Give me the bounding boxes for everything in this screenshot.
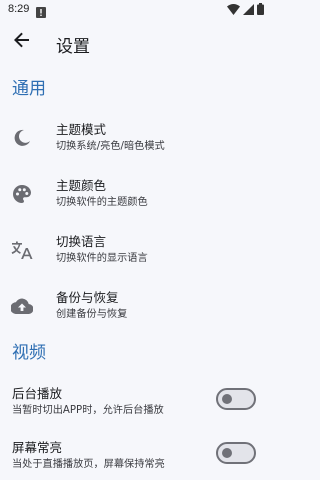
toggle-knob [222,394,232,404]
background-play-toggle[interactable] [216,388,256,410]
setting-subtitle: 切换系统/亮色/暗色模式 [56,141,165,152]
setting-title: 主题颜色 [56,178,107,193]
setting-theme-color[interactable]: 主题颜色 切换软件的主题颜色 [0,172,270,216]
warning-icon [36,3,46,18]
setting-title: 屏幕常亮 [12,440,63,455]
setting-title: 后台播放 [12,386,63,401]
app-bar: 设置 [0,22,270,62]
setting-subtitle: 切换软件的显示语言 [56,253,148,264]
moon-icon [10,126,34,150]
toggle-knob [222,448,232,458]
setting-backup-restore[interactable]: 备份与恢复 创建备份与恢复 [0,284,270,328]
setting-language[interactable]: 切换语言 切换软件的显示语言 [0,228,270,272]
section-header-general: 通用 [12,79,46,99]
keep-screen-on-toggle[interactable] [216,442,256,464]
cellular-icon [243,0,254,19]
section-header-video: 视频 [12,343,46,363]
setting-theme-mode[interactable]: 主题模式 切换系统/亮色/暗色模式 [0,116,270,160]
setting-subtitle: 当暂时切出APP时，允许后台播放 [12,405,164,416]
setting-subtitle: 切换软件的主题颜色 [56,197,148,208]
status-time: 8:29 [8,3,30,15]
translate-icon [10,238,34,262]
setting-title: 主题模式 [56,122,107,137]
setting-title: 切换语言 [56,234,107,249]
setting-keep-screen-on[interactable]: 屏幕常亮 当处于直播播放页，屏幕保持常亮 [0,434,270,478]
wifi-icon [227,0,240,19]
setting-subtitle: 创建备份与恢复 [56,309,128,320]
page-title: 设置 [56,37,90,57]
setting-background-play[interactable]: 后台播放 当暂时切出APP时，允许后台播放 [0,380,270,424]
battery-icon [257,0,264,19]
setting-title: 备份与恢复 [56,290,119,305]
status-bar: 8:29 [0,0,270,20]
palette-icon [10,182,34,206]
back-button[interactable] [10,30,34,54]
arrow-back-icon [14,32,30,52]
status-icons [227,2,264,15]
cloud-upload-icon [10,294,34,318]
setting-subtitle: 当处于直播播放页，屏幕保持常亮 [12,459,165,470]
